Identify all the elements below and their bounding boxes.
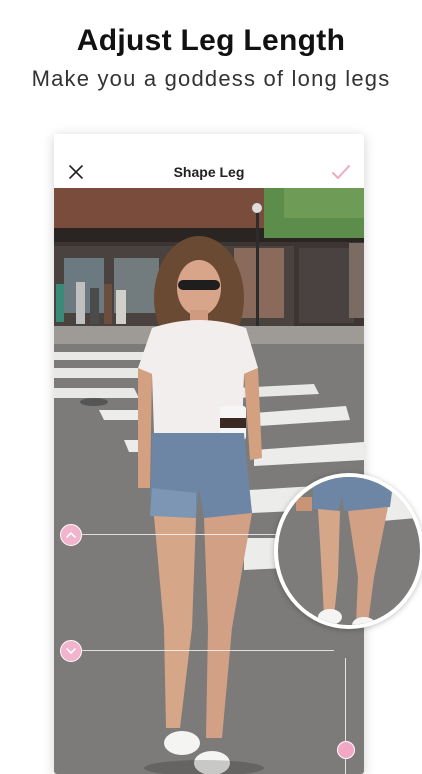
editor-top-bar: Shape Leg [54,134,364,188]
lower-leg-handle[interactable] [60,640,82,662]
chevron-up-icon [66,532,76,538]
checkmark-icon[interactable] [330,162,352,182]
magnifier-preview [274,473,422,629]
phone-screen: Shape Leg [54,134,364,774]
editor-title: Shape Leg [173,164,245,180]
length-slider-knob[interactable] [337,741,355,759]
upper-guide-line [70,534,294,535]
upper-leg-handle[interactable] [60,524,82,546]
lower-guide-line [70,650,334,651]
promo-subtitle: Make you a goddess of long legs [31,66,391,91]
chevron-down-icon [66,648,76,654]
promo-title: Adjust Leg Length [76,24,346,57]
